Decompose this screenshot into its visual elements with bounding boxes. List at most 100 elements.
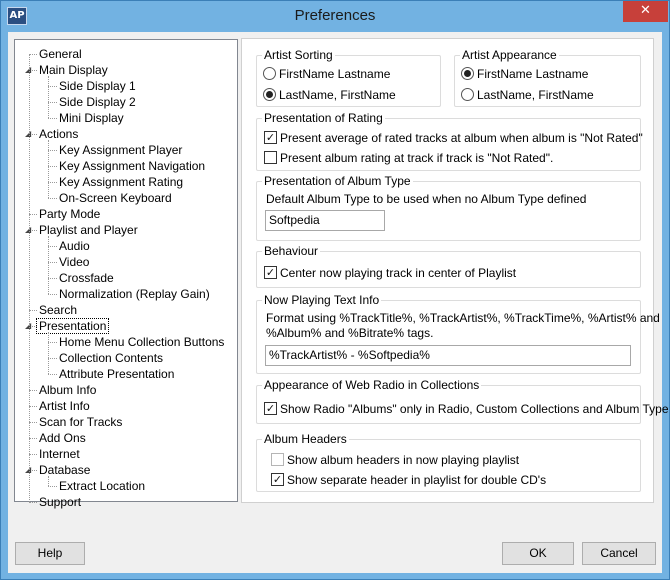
radio-icon[interactable]: [461, 67, 474, 81]
tree-item-mini-display[interactable]: Mini Display: [59, 110, 124, 126]
tree-item-key-assignment-navigation[interactable]: Key Assignment Navigation: [59, 158, 205, 174]
show-album-headers-checkbox-row[interactable]: Show album headers in now playing playli…: [271, 452, 519, 468]
album-type-group: Presentation of Album Type Default Album…: [256, 173, 641, 241]
artist-appearance-option-firstname[interactable]: FirstName Lastname: [461, 66, 588, 82]
checkbox[interactable]: ✓: [271, 473, 284, 487]
tree-connector: [48, 476, 49, 486]
tree-item-label: Side Display 1: [59, 79, 136, 93]
tree-connector: [29, 454, 37, 455]
tree-item-label: Support: [39, 495, 82, 509]
tree-item-scan-for-tracks[interactable]: Scan for Tracks: [39, 414, 122, 430]
tree-connector: [48, 262, 57, 263]
tree-item-actions[interactable]: Actions: [39, 126, 78, 142]
tree-connector: [48, 198, 57, 199]
tree-item-audio[interactable]: Audio: [59, 238, 90, 254]
title-bar[interactable]: AP Preferences ✕: [1, 1, 669, 32]
radio-icon[interactable]: [263, 67, 276, 81]
help-button[interactable]: Help: [15, 542, 85, 565]
artist-sorting-title: Artist Sorting: [262, 47, 335, 63]
behaviour-title: Behaviour: [262, 243, 321, 259]
tree-connector: [29, 54, 37, 55]
tree-item-crossfade[interactable]: Crossfade: [59, 270, 114, 286]
preferences-window: AP Preferences ✕ General Main Display ◢ Sid…: [0, 0, 670, 580]
tree-item-label: Video: [59, 255, 90, 269]
tree-item-side-display-1[interactable]: Side Display 1: [59, 78, 136, 94]
now-playing-title: Now Playing Text Info: [262, 292, 382, 308]
tree-connector: [29, 214, 37, 215]
rating-group: Presentation of Rating ✓ Present average …: [256, 110, 643, 171]
tree-item-collection-contents[interactable]: Collection Contents: [59, 350, 163, 366]
tree-item-normalization-replay-gain[interactable]: Normalization (Replay Gain): [59, 286, 210, 302]
tree-item-label: Home Menu Collection Buttons: [59, 335, 225, 349]
separate-header-checkbox-row[interactable]: ✓ Show separate header in playlist for do…: [271, 472, 546, 488]
settings-panel: Artist Sorting FirstName Lastname LastNa…: [241, 38, 669, 503]
tree-item-general[interactable]: General: [39, 46, 82, 62]
tree-item-video[interactable]: Video: [59, 254, 89, 270]
tree-item-label: Key Assignment Navigation: [59, 159, 206, 173]
tree-connector: [48, 246, 57, 247]
ok-button[interactable]: OK: [502, 542, 574, 565]
tree-item-artist-info[interactable]: Artist Info: [39, 398, 90, 414]
tree-connector: [48, 332, 49, 374]
tree-item-database[interactable]: Database: [39, 462, 90, 478]
checkbox-label: Present album rating at track if track i…: [280, 151, 554, 165]
option-label: LastName, FirstName: [279, 88, 396, 102]
tree-connector: [48, 182, 57, 183]
tree-item-label: Database: [39, 463, 91, 477]
checkbox[interactable]: ✓: [264, 266, 277, 280]
artist-sorting-option-lastname[interactable]: LastName, FirstName: [263, 87, 396, 103]
album-type-label: Default Album Type to be used when no Al…: [266, 192, 587, 206]
tree-item-main-display[interactable]: Main Display: [39, 62, 108, 78]
option-label: FirstName Lastname: [279, 67, 391, 81]
checkbox-label: Show album headers in now playing playli…: [287, 453, 520, 467]
tree-item-playlist-and-player[interactable]: Playlist and Player: [39, 222, 138, 238]
preferences-tree[interactable]: General Main Display ◢ Side Display 1 Side D…: [14, 39, 238, 509]
tree-connector: [48, 358, 57, 359]
tree-item-key-assignment-rating[interactable]: Key Assignment Rating: [59, 174, 183, 190]
tree-item-label: Internet: [39, 447, 80, 461]
tree-item-label: Artist Info: [39, 399, 90, 413]
artist-appearance-option-lastname[interactable]: LastName, FirstName: [461, 87, 594, 103]
tree-item-attribute-presentation[interactable]: Attribute Presentation: [59, 366, 174, 382]
tree-item-extract-location[interactable]: Extract Location: [59, 478, 145, 494]
tree-item-home-menu-collection-buttons[interactable]: Home Menu Collection Buttons: [59, 334, 224, 350]
radio-albums-checkbox-row[interactable]: ✓ Show Radio "Albums" only in Radio, Cust…: [264, 401, 669, 417]
tree-connector: [48, 86, 57, 87]
window-title: Preferences: [294, 7, 376, 24]
tree-item-search[interactable]: Search: [39, 302, 77, 318]
tree-connector: [48, 140, 49, 198]
tree-connector: [48, 342, 57, 343]
tree-item-label: Attribute Presentation: [59, 367, 175, 381]
now-playing-format-input[interactable]: %TrackArtist% - %Softpedia%: [265, 345, 631, 366]
tree-item-label: Presentation: [36, 318, 110, 334]
radio-icon[interactable]: [461, 88, 474, 102]
tree-item-presentation[interactable]: Presentation: [36, 318, 110, 334]
tree-item-support[interactable]: Support: [39, 494, 81, 510]
tree-item-label: Normalization (Replay Gain): [59, 287, 210, 301]
close-button[interactable]: ✕: [623, 1, 668, 22]
tree-item-album-info[interactable]: Album Info: [39, 382, 96, 398]
album-rating-checkbox-row[interactable]: Present album rating at track if track i…: [264, 150, 553, 166]
cancel-button[interactable]: Cancel: [582, 542, 656, 565]
tree-item-side-display-2[interactable]: Side Display 2: [59, 94, 136, 110]
checkbox[interactable]: ✓: [264, 402, 277, 416]
checkbox[interactable]: ✓: [264, 131, 277, 145]
checkbox-label: Center now playing track in center of Pl…: [280, 266, 517, 280]
web-radio-group: Appearance of Web Radio in Collections ✓…: [256, 377, 669, 424]
tree-item-label: Scan for Tracks: [39, 415, 123, 429]
tree-item-label: General: [39, 47, 82, 61]
default-album-type-input[interactable]: Softpedia: [265, 210, 385, 231]
now-playing-desc-1: Format using %TrackTitle%, %TrackArtist%…: [266, 311, 660, 325]
average-rating-checkbox-row[interactable]: ✓ Present average of rated tracks at albu…: [264, 130, 643, 146]
now-playing-group: Now Playing Text Info Format using %Trac…: [256, 292, 660, 374]
tree-item-party-mode[interactable]: Party Mode: [39, 206, 100, 222]
tree-item-on-screen-keyboard[interactable]: On-Screen Keyboard: [59, 190, 172, 206]
checkbox[interactable]: [271, 453, 284, 467]
checkbox[interactable]: [264, 151, 277, 165]
tree-item-internet[interactable]: Internet: [39, 446, 80, 462]
tree-item-key-assignment-player[interactable]: Key Assignment Player: [59, 142, 182, 158]
artist-sorting-option-firstname[interactable]: FirstName Lastname: [263, 66, 390, 82]
center-playing-checkbox-row[interactable]: ✓ Center now playing track in center of P…: [264, 265, 516, 281]
radio-icon[interactable]: [263, 88, 276, 102]
tree-item-add-ons[interactable]: Add Ons: [39, 430, 86, 446]
